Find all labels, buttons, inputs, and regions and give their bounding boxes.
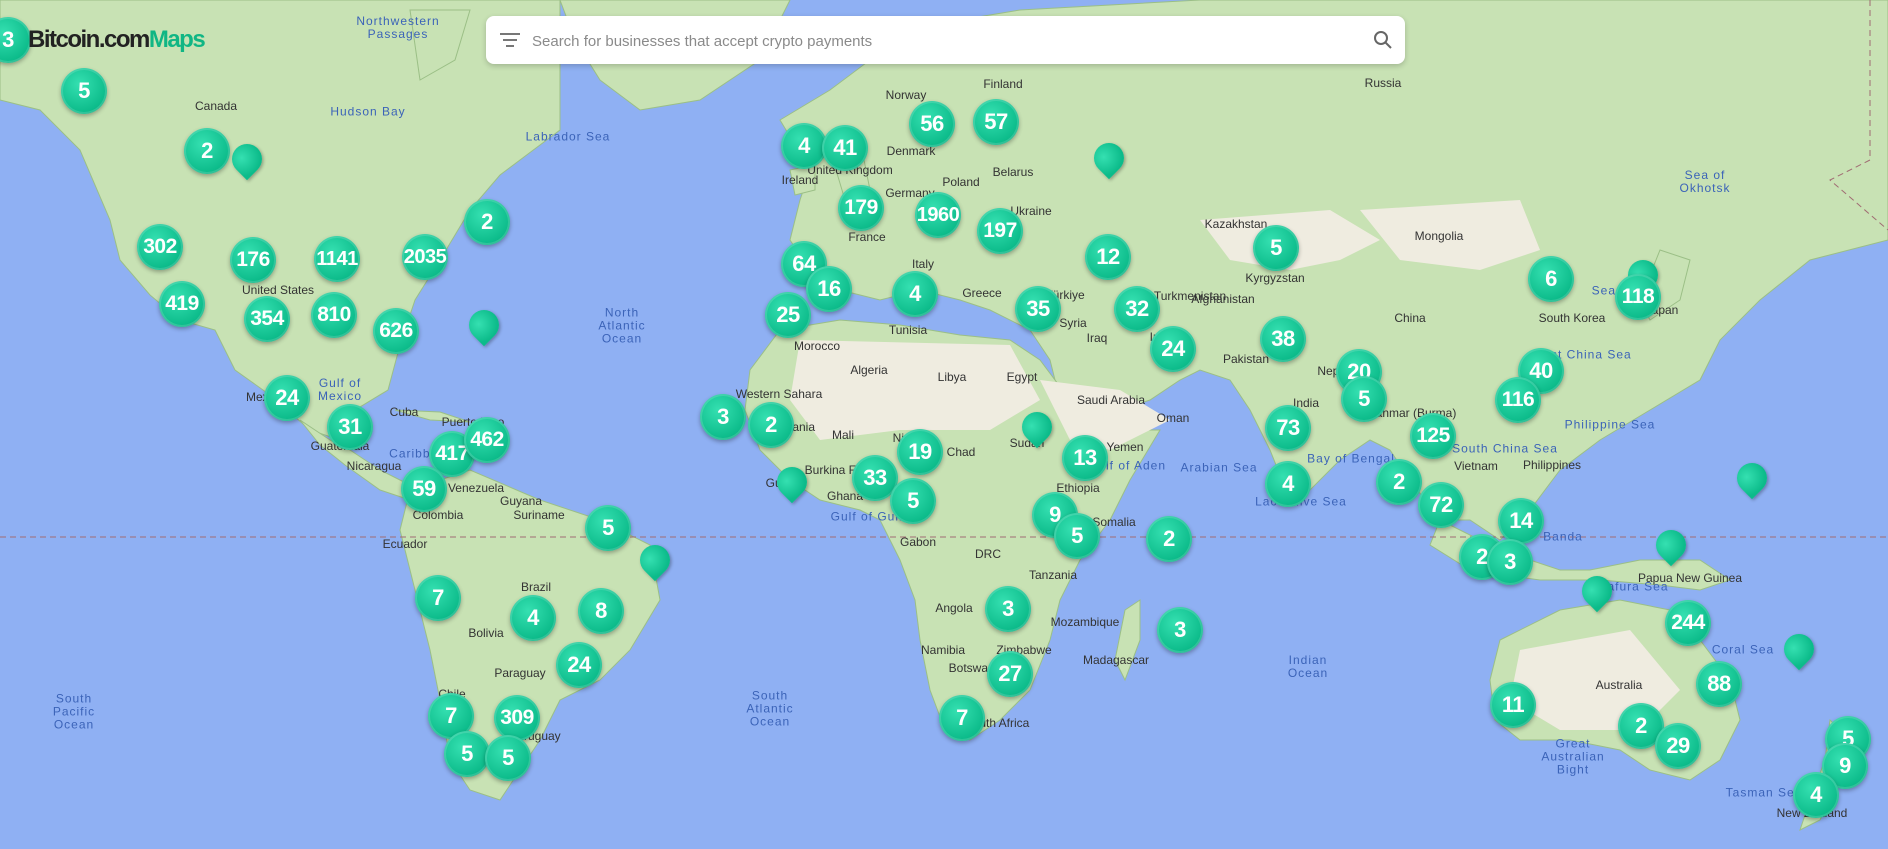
cluster-marker[interactable]: 302 <box>137 224 183 270</box>
search-icon[interactable] <box>1373 30 1393 50</box>
cluster-marker[interactable]: 13 <box>1062 435 1108 481</box>
cluster-marker[interactable]: 14 <box>1498 498 1544 544</box>
cluster-marker[interactable]: 118 <box>1615 274 1661 320</box>
cluster-marker[interactable]: 4 <box>510 595 556 641</box>
cluster-marker[interactable]: 24 <box>556 642 602 688</box>
ocean-label: Gulf of Mexico <box>317 376 363 403</box>
cluster-marker[interactable]: 5 <box>1341 376 1387 422</box>
ocean-label: North Atlantic Ocean <box>598 305 646 346</box>
cluster-marker[interactable]: 29 <box>1655 723 1701 769</box>
cluster-marker[interactable]: 4 <box>892 271 938 317</box>
ocean-label: Great Australian Bight <box>1541 736 1605 777</box>
cluster-marker[interactable]: 1141 <box>314 236 360 282</box>
cluster-marker[interactable]: 116 <box>1495 377 1541 423</box>
cluster-marker[interactable]: 88 <box>1696 661 1742 707</box>
brand-name-part1: Bitcoin.com <box>28 26 150 53</box>
cluster-marker[interactable]: 56 <box>909 101 955 147</box>
cluster-marker[interactable]: 3 <box>1157 607 1203 653</box>
cluster-marker[interactable]: 6 <box>1528 256 1574 302</box>
brand-name-part2: Maps <box>148 26 206 53</box>
cluster-marker[interactable]: 4 <box>781 123 827 169</box>
cluster-marker[interactable]: 5 <box>485 735 531 781</box>
cluster-marker[interactable]: 176 <box>230 237 276 283</box>
cluster-marker[interactable]: 2 <box>748 402 794 448</box>
cluster-marker[interactable]: 25 <box>765 292 811 338</box>
ocean-label: Hudson Bay <box>330 104 406 119</box>
cluster-marker[interactable]: 8 <box>578 588 624 634</box>
ocean-label: Arabian Sea <box>1180 460 1258 475</box>
cluster-marker[interactable]: 2 <box>1376 459 1422 505</box>
cluster-marker[interactable]: 244 <box>1665 600 1711 646</box>
filter-icon[interactable] <box>500 32 520 48</box>
cluster-marker[interactable]: 5 <box>444 731 490 777</box>
cluster-marker[interactable]: 3 <box>700 394 746 440</box>
cluster-marker[interactable]: 59 <box>401 466 447 512</box>
ocean-label: Northwestern Passages <box>356 14 440 41</box>
cluster-marker[interactable]: 179 <box>838 185 884 231</box>
search-bar <box>486 16 1405 66</box>
ocean-label: Coral Sea <box>1711 642 1775 657</box>
ocean-label: South Pacific Ocean <box>52 691 96 732</box>
cluster-marker[interactable]: 4 <box>1265 461 1311 507</box>
cluster-marker[interactable]: 197 <box>977 208 1023 254</box>
cluster-marker[interactable]: 2 <box>464 199 510 245</box>
cluster-marker[interactable]: 1960 <box>915 192 961 238</box>
cluster-marker[interactable]: 125 <box>1410 413 1456 459</box>
cluster-marker[interactable]: 419 <box>159 281 205 327</box>
ocean-label: Sea of Okhotsk <box>1679 168 1731 195</box>
cluster-marker[interactable]: 5 <box>585 505 631 551</box>
cluster-marker[interactable]: 354 <box>244 296 290 342</box>
cluster-marker[interactable]: 12 <box>1085 234 1131 280</box>
cluster-marker[interactable]: 73 <box>1265 405 1311 451</box>
cluster-marker[interactable]: 5 <box>890 478 936 524</box>
cluster-marker[interactable]: 7 <box>939 695 985 741</box>
cluster-marker[interactable]: 7 <box>415 575 461 621</box>
cluster-marker[interactable]: 24 <box>264 375 310 421</box>
cluster-marker[interactable]: 27 <box>987 651 1033 697</box>
brand-logo[interactable]: Bitcoin.comMaps <box>28 26 206 54</box>
cluster-marker[interactable]: 2035 <box>402 234 448 280</box>
cluster-marker[interactable]: 16 <box>806 266 852 312</box>
cluster-marker[interactable]: 5 <box>1253 225 1299 271</box>
ocean-label: Banda <box>1543 529 1583 544</box>
cluster-marker[interactable]: 35 <box>1015 286 1061 332</box>
cluster-marker[interactable]: 4 <box>1793 772 1839 818</box>
cluster-marker[interactable]: 57 <box>973 99 1019 145</box>
ocean-label: Tasman Sea <box>1725 785 1803 800</box>
ocean-label: South Atlantic Ocean <box>746 688 794 729</box>
cluster-marker[interactable]: 11 <box>1490 682 1536 728</box>
search-input[interactable] <box>530 16 1354 66</box>
cluster-marker[interactable]: 31 <box>327 404 373 450</box>
ocean-label: Bay of Bengal <box>1307 451 1395 466</box>
cluster-marker[interactable]: 810 <box>311 292 357 338</box>
cluster-marker[interactable]: 3 <box>985 586 1031 632</box>
ocean-label: Philippine Sea <box>1564 417 1656 432</box>
cluster-marker[interactable]: 462 <box>464 417 510 463</box>
cluster-marker[interactable]: 72 <box>1418 482 1464 528</box>
cluster-marker[interactable]: 626 <box>373 308 419 354</box>
ocean-label: Indian Ocean <box>1287 653 1329 680</box>
cluster-marker[interactable]: 309 <box>494 695 540 741</box>
ocean-label: South China Sea <box>1452 441 1558 456</box>
cluster-marker[interactable]: 2 <box>1146 516 1192 562</box>
cluster-marker[interactable]: 24 <box>1150 326 1196 372</box>
cluster-marker[interactable]: 3 <box>1487 539 1533 585</box>
cluster-marker[interactable]: 5 <box>61 68 107 114</box>
cluster-marker[interactable]: 32 <box>1114 286 1160 332</box>
cluster-marker[interactable]: 5 <box>1054 513 1100 559</box>
cluster-marker[interactable]: 19 <box>897 429 943 475</box>
cluster-marker[interactable]: 38 <box>1260 316 1306 362</box>
cluster-marker[interactable]: 41 <box>822 125 868 171</box>
ocean-label: Labrador Sea <box>525 129 611 144</box>
cluster-marker[interactable]: 2 <box>184 128 230 174</box>
